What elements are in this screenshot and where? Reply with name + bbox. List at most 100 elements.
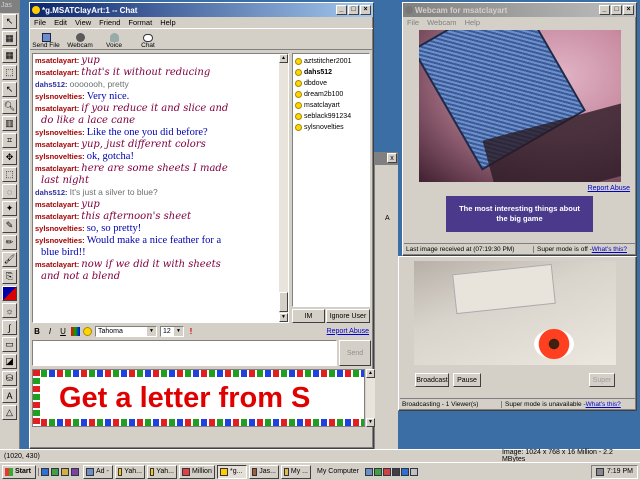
select-tool-icon[interactable]: ⬚ — [2, 65, 17, 80]
super-button[interactable]: Super — [589, 373, 615, 387]
voice-button[interactable]: Voice — [100, 33, 128, 49]
alert-icon[interactable]: ! — [187, 327, 195, 336]
color-picker-icon[interactable] — [71, 326, 80, 336]
menu-file[interactable]: File — [30, 18, 50, 27]
italic-button[interactable]: I — [45, 327, 55, 336]
grid-tool-icon[interactable]: ▦ — [2, 31, 17, 46]
broadcast-whats-this-link[interactable]: What's this? — [586, 401, 621, 408]
magic-wand-icon[interactable]: ✦ — [2, 201, 17, 216]
user-list-item[interactable]: aztstitcher2001 — [293, 56, 369, 67]
send-button[interactable]: Send — [339, 340, 371, 366]
pointer-tool-icon[interactable]: ↖ — [2, 14, 17, 29]
gradient-tool-icon[interactable]: ▥ — [2, 116, 17, 131]
webcam-close-button[interactable]: × — [623, 5, 634, 15]
eyedropper-icon[interactable]: ✎ — [2, 218, 17, 233]
message-nick[interactable]: sylsnovelties — [35, 236, 82, 245]
chat-titlebar[interactable]: *g.MSATClayArt:1 -- Chat _ □ × — [30, 3, 373, 17]
taskbar-btn-ad[interactable]: Ad - — [83, 464, 113, 479]
pause-button[interactable]: Pause — [453, 373, 481, 387]
scroll-thumb[interactable] — [279, 292, 288, 312]
tray-icon-4[interactable] — [392, 467, 401, 476]
grid-tool-icon-2[interactable]: ▦ — [2, 48, 17, 63]
taskbar-btn-chat[interactable]: *g... — [217, 464, 247, 479]
brush-icon[interactable]: 🖌︎ — [2, 252, 17, 267]
message-scrollbar[interactable]: ▲ ▼ — [279, 54, 288, 322]
send-file-button[interactable]: Send File — [32, 33, 60, 49]
font-size-select[interactable]: 12 ▼ — [160, 325, 184, 337]
smiley-icon[interactable] — [83, 326, 92, 336]
webcam-button[interactable]: Webcam — [66, 33, 94, 49]
webcam-report-abuse-link[interactable]: Report Abuse — [588, 185, 630, 192]
user-list-item[interactable]: dbdove — [293, 78, 369, 89]
user-list-item[interactable]: dream2b100 — [293, 89, 369, 100]
im-button[interactable]: IM — [292, 309, 325, 323]
user-list-item[interactable]: dahs512 — [293, 67, 369, 78]
paint-bucket-icon[interactable]: ⛁ — [2, 371, 17, 386]
chat-button[interactable]: Chat — [134, 34, 162, 49]
message-nick[interactable]: sylsnovelties — [35, 224, 82, 233]
arrow-tool-icon[interactable]: ↖ — [2, 82, 17, 97]
eraser-icon[interactable]: ▭ — [2, 337, 17, 352]
webcam-menu-help[interactable]: Help — [461, 18, 484, 27]
menu-format[interactable]: Format — [124, 18, 156, 27]
network-icon[interactable] — [595, 467, 604, 476]
retouch-icon[interactable]: ☼ — [2, 303, 17, 318]
webcam-maximize-button[interactable]: □ — [611, 5, 622, 15]
text-tool-icon[interactable]: A — [2, 388, 17, 403]
chat-input[interactable] — [32, 340, 337, 366]
banner-ad[interactable]: Get a letter from S — [32, 369, 365, 427]
smudge-icon[interactable]: ∫ — [2, 320, 17, 335]
message-nick[interactable]: msatclayart — [35, 260, 77, 269]
message-nick[interactable]: msatclayart — [35, 212, 77, 221]
background-close-button[interactable]: x — [387, 153, 397, 163]
message-nick[interactable]: sylsnovelties — [35, 92, 82, 101]
color-swatch-icon[interactable] — [2, 286, 17, 301]
taskbar-btn-yah2[interactable]: Yah... — [147, 464, 177, 479]
tray-icon-5[interactable] — [401, 467, 410, 476]
start-button[interactable]: Start — [2, 464, 36, 479]
marquee-tool-icon[interactable]: ⬚ — [2, 167, 17, 182]
message-nick[interactable]: sylsnovelties — [35, 152, 82, 161]
channel-icon[interactable] — [71, 467, 79, 476]
shape-tool-icon[interactable]: △ — [2, 405, 17, 420]
font-select[interactable]: Tahoma ▼ — [95, 325, 157, 337]
ie-icon[interactable] — [41, 467, 49, 476]
minimize-button[interactable]: _ — [336, 5, 347, 15]
webcam-ad[interactable]: The most interesting things about the bi… — [446, 196, 593, 232]
fill-icon[interactable]: ◪ — [2, 354, 17, 369]
message-nick[interactable]: msatclayart — [35, 68, 77, 77]
message-nick[interactable]: dahs512 — [35, 188, 65, 197]
message-nick[interactable]: sylsnovelties — [35, 128, 82, 137]
taskbar-btn-million[interactable]: Million — [179, 464, 215, 479]
maximize-button[interactable]: □ — [348, 5, 359, 15]
message-nick[interactable]: msatclayart — [35, 56, 77, 65]
menu-friend[interactable]: Friend — [95, 18, 124, 27]
user-list-item[interactable]: seblack991234 — [293, 111, 369, 122]
scroll-up-arrow[interactable]: ▲ — [279, 54, 288, 63]
menu-help[interactable]: Help — [156, 18, 179, 27]
scroll-down-arrow[interactable]: ▼ — [279, 313, 288, 322]
desktop-icon[interactable] — [51, 467, 59, 476]
banner-scrollbar[interactable]: ▲ ▼ — [366, 369, 375, 427]
webcam-menu-webcam[interactable]: Webcam — [423, 18, 460, 27]
webcam-minimize-button[interactable]: _ — [599, 5, 610, 15]
close-button[interactable]: × — [360, 5, 371, 15]
clone-icon[interactable]: ⎘ — [2, 269, 17, 284]
tray-icon-1[interactable] — [365, 467, 374, 476]
whats-this-link[interactable]: What's this? — [592, 246, 627, 253]
taskbar-btn-my[interactable]: My ... — [281, 464, 311, 479]
banner-scroll-up[interactable]: ▲ — [366, 369, 375, 378]
underline-button[interactable]: U — [58, 327, 68, 336]
taskbar-btn-jas[interactable]: Jas... — [249, 464, 279, 479]
banner-scroll-down[interactable]: ▼ — [366, 418, 375, 427]
menu-edit[interactable]: Edit — [50, 18, 71, 27]
taskbar-btn-yah1[interactable]: Yah... — [115, 464, 145, 479]
webcam-menu-file[interactable]: File — [403, 18, 423, 27]
report-abuse-link[interactable]: Report Abuse — [327, 328, 369, 335]
zoom-tool-icon[interactable]: 🔍︎ — [2, 99, 17, 114]
message-nick[interactable]: msatclayart — [35, 200, 77, 209]
message-nick[interactable]: dahs512 — [35, 80, 65, 89]
outlook-icon[interactable] — [61, 467, 69, 476]
message-nick[interactable]: msatclayart — [35, 140, 77, 149]
webcam-titlebar[interactable]: Webcam for msatclayart _ □ × — [403, 3, 636, 17]
